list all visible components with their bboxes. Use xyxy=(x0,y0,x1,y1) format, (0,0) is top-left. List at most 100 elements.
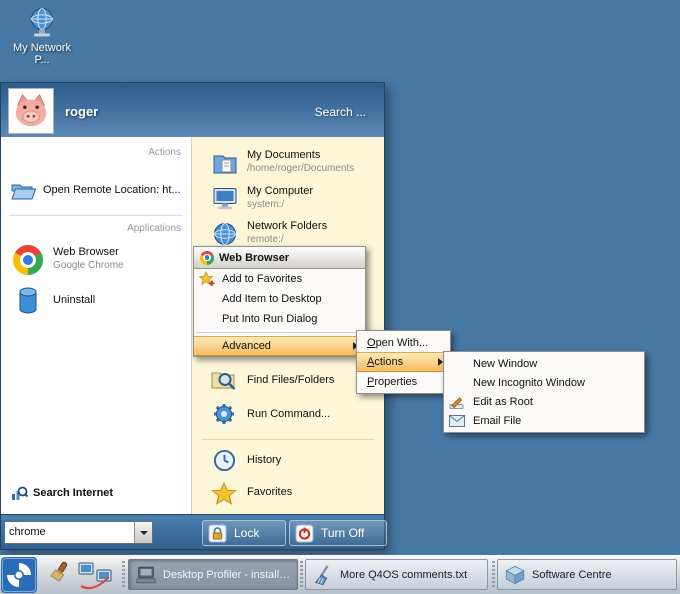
context-item-add-to-favorites[interactable]: Add to Favorites xyxy=(194,269,365,289)
section-label-actions: Actions xyxy=(148,147,181,158)
menu-item-label: History xyxy=(247,454,282,466)
taskbar-handle[interactable] xyxy=(122,561,125,589)
dropdown-arrow-icon xyxy=(139,530,148,535)
context-item-label: Put Into Run Dialog xyxy=(222,313,318,325)
task-label: Software Centre xyxy=(532,568,612,581)
submenu-item-properties[interactable]: Properties xyxy=(357,372,450,391)
task-button-software-centre[interactable]: Software Centre xyxy=(497,559,677,590)
task-button-q4os-comments[interactable]: More Q4OS comments.txt xyxy=(305,559,488,590)
turn-off-label: Turn Off xyxy=(321,526,365,540)
menu-item-title: Network Folders xyxy=(247,220,328,232)
power-icon xyxy=(295,524,314,542)
menu-item-title: Web Browser xyxy=(53,246,119,258)
task-button-desktop-profiler[interactable]: Desktop Profiler - install pro xyxy=(128,559,298,590)
taskbar: Desktop Profiler - install pro More Q4OS… xyxy=(0,555,680,594)
paintbrush-icon xyxy=(50,561,68,582)
run-gear-icon xyxy=(214,404,234,424)
desktop-icon-my-network-places[interactable]: My Network P... xyxy=(8,6,76,66)
menu-item-web-browser[interactable]: Web Browser Google Chrome xyxy=(1,241,191,279)
actions-item-email-file[interactable]: Email File xyxy=(444,411,644,430)
dropdown-arrow-button[interactable] xyxy=(134,522,152,543)
menu-item-open-remote-location[interactable]: Open Remote Location: ht... xyxy=(1,171,191,211)
chrome-icon xyxy=(13,245,43,275)
edit-as-root-icon xyxy=(449,396,464,409)
find-files-icon xyxy=(211,372,236,390)
context-item-label: Advanced xyxy=(222,340,271,352)
section-label-applications: Applications xyxy=(127,223,181,234)
menu-item-history[interactable]: History xyxy=(192,447,384,475)
taskbar-handle[interactable] xyxy=(492,561,495,589)
menu-item-my-computer[interactable]: My Computer system:/ xyxy=(192,183,384,215)
run-combo xyxy=(4,521,153,544)
profiler-task-icon xyxy=(136,566,156,583)
q4os-start-icon xyxy=(1,557,37,593)
menu-left-panel: Actions Open Remote Location: ht... Appl… xyxy=(1,137,192,515)
network-places-icon xyxy=(78,562,112,590)
context-item-label: Add Item to Desktop xyxy=(222,293,322,305)
menu-item-label: Search Internet xyxy=(33,487,114,499)
quicklaunch-network-places-button[interactable] xyxy=(78,560,112,590)
submenu-item-label: Open With... xyxy=(367,336,429,349)
menu-item-label: Uninstall xyxy=(53,294,96,306)
submenu-item-open-with[interactable]: Open With... xyxy=(357,333,450,352)
context-menu-title-label: Web Browser xyxy=(219,251,290,264)
menu-item-uninstall[interactable]: Uninstall xyxy=(1,283,191,319)
context-item-put-into-run-dialog[interactable]: Put Into Run Dialog xyxy=(194,309,365,329)
context-item-advanced[interactable]: Advanced xyxy=(194,336,365,356)
menu-item-label: Find Files/Folders xyxy=(247,374,335,386)
start-button[interactable] xyxy=(1,557,37,593)
actions-item-new-incognito-window[interactable]: New Incognito Window xyxy=(444,373,644,392)
menu-item-run-command[interactable]: Run Command... xyxy=(192,399,384,429)
taskbar-handle[interactable] xyxy=(300,561,303,589)
menu-item-subtitle: /home/roger/Documents xyxy=(247,163,355,174)
desktop: My Network P... roger Search ... Actions… xyxy=(0,0,680,594)
menu-item-label: Run Command... xyxy=(247,408,331,420)
context-item-add-item-to-desktop[interactable]: Add Item to Desktop xyxy=(194,289,365,309)
documents-folder-icon xyxy=(213,155,237,174)
quicklaunch-install-button[interactable] xyxy=(44,561,72,589)
context-menu: Web Browser Add to Favorites Add Item to… xyxy=(193,246,366,357)
broom-task-icon xyxy=(314,564,329,585)
task-label: Desktop Profiler - install pro xyxy=(163,568,291,581)
task-label: More Q4OS comments.txt xyxy=(340,568,468,581)
submenu-item-actions[interactable]: Actions xyxy=(357,352,450,372)
pig-avatar-icon xyxy=(15,93,47,127)
menu-item-search-internet[interactable]: Search Internet xyxy=(1,483,191,505)
actions-item-edit-as-root[interactable]: Edit as Root xyxy=(444,392,644,411)
menu-search[interactable]: Search ... xyxy=(315,105,366,119)
turn-off-button[interactable]: Turn Off xyxy=(289,520,387,546)
star-plus-icon xyxy=(199,271,215,286)
uninstall-drive-icon xyxy=(19,287,37,314)
network-folders-icon xyxy=(214,223,236,245)
submenu-item-label: Properties xyxy=(367,375,418,388)
menu-item-label: Favorites xyxy=(247,486,293,498)
submenu-item-label: Edit as Root xyxy=(473,395,533,408)
search-input[interactable] xyxy=(5,522,135,541)
email-file-icon xyxy=(449,414,465,427)
menu-item-title: My Documents xyxy=(247,149,321,161)
submenu-item-label: New Incognito Window xyxy=(473,376,585,389)
separator xyxy=(9,215,183,216)
start-menu-header: roger Search ... xyxy=(1,83,384,137)
submenu-item-label: Email File xyxy=(473,414,522,427)
start-menu-footer: Lock Turn Off xyxy=(1,514,387,549)
submenu-item-label: Actions xyxy=(367,356,404,368)
menu-item-my-documents[interactable]: My Documents /home/roger/Documents xyxy=(192,147,384,179)
desktop-icon-label: My Network P... xyxy=(12,42,72,66)
menu-item-subtitle: Google Chrome xyxy=(53,260,124,271)
advanced-submenu: Open With... Actions Properties xyxy=(356,330,451,394)
user-avatar[interactable] xyxy=(8,88,54,134)
context-menu-title: Web Browser xyxy=(194,247,365,269)
lock-button[interactable]: Lock xyxy=(202,520,286,546)
my-computer-icon xyxy=(213,188,237,210)
menu-item-subtitle: remote:/ xyxy=(247,234,284,245)
search-internet-icon xyxy=(12,486,28,500)
menu-item-favorites[interactable]: Favorites xyxy=(192,478,384,508)
context-item-label: Add to Favorites xyxy=(222,273,303,285)
lock-icon xyxy=(208,524,227,542)
actions-item-new-window[interactable]: New Window xyxy=(444,354,644,373)
separator xyxy=(196,332,363,333)
chrome-icon xyxy=(200,250,214,265)
menu-item-subtitle: system:/ xyxy=(247,199,285,210)
software-centre-icon xyxy=(505,565,525,584)
